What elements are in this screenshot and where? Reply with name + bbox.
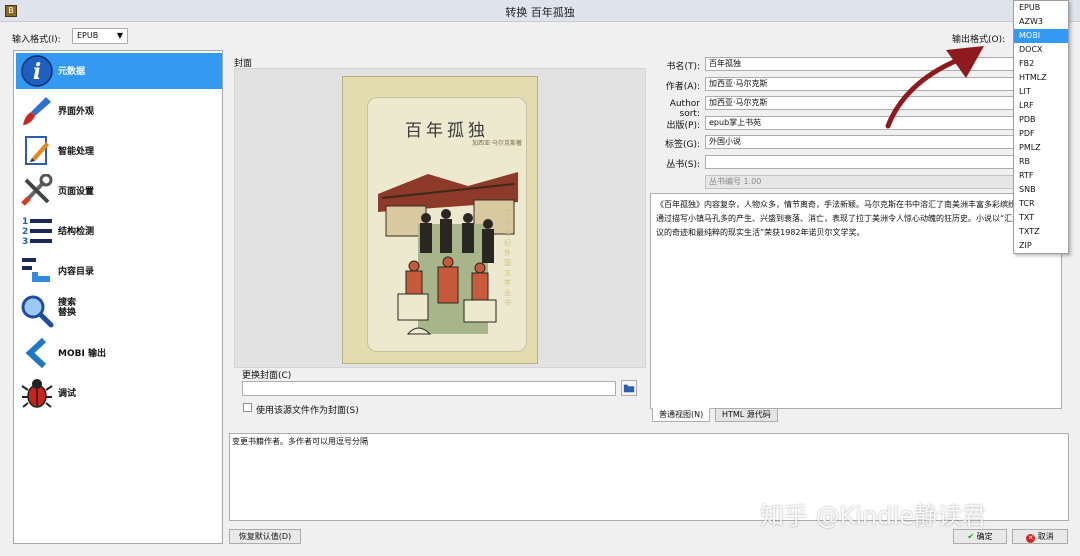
dropdown-option[interactable]: PDB bbox=[1014, 113, 1068, 127]
sidebar-item-table-of-contents[interactable]: 内容目录 bbox=[16, 253, 222, 289]
dropdown-option[interactable]: PDF bbox=[1014, 127, 1068, 141]
tags-label: 标签(G): bbox=[664, 140, 700, 150]
dropdown-option[interactable]: EPUB bbox=[1014, 1, 1068, 15]
use-source-as-cover-checkbox[interactable] bbox=[243, 403, 252, 412]
sidebar-item-label: 元数据 bbox=[58, 67, 86, 77]
dropdown-option[interactable]: FB2 bbox=[1014, 57, 1068, 71]
cancel-icon: ✕ bbox=[1026, 534, 1036, 543]
browse-cover-button[interactable] bbox=[621, 380, 637, 396]
cover-illustration bbox=[378, 172, 518, 335]
dropdown-option[interactable]: RB bbox=[1014, 155, 1068, 169]
ok-button-label: 确定 bbox=[976, 532, 993, 541]
sidebar-item-label: 调试 bbox=[58, 389, 77, 399]
restore-defaults-button[interactable]: 恢复默认值(D) bbox=[229, 529, 301, 544]
chevron-left-icon bbox=[25, 337, 47, 369]
dropdown-option[interactable]: ZIP bbox=[1014, 239, 1068, 253]
dropdown-option[interactable]: DOCX bbox=[1014, 43, 1068, 57]
sidebar-item-label: 搜索 替换 bbox=[58, 298, 77, 318]
dropdown-option[interactable]: TXTZ bbox=[1014, 225, 1068, 239]
window-title: 转换 百年孤独 bbox=[505, 6, 575, 19]
dropdown-option-highlighted[interactable]: MOBI bbox=[1014, 29, 1068, 43]
annotation-arrow-icon bbox=[885, 46, 984, 129]
sidebar-item-label: 页面设置 bbox=[58, 187, 95, 197]
cover-inner-frame: 百年孤独 加西亚·马尔克斯著 二十世纪外国文学丛书 bbox=[367, 97, 527, 352]
pencil-document-icon bbox=[25, 136, 49, 165]
tab-normal-view[interactable]: 普通视图(N) bbox=[652, 408, 711, 422]
sidebar-item-look-and-feel[interactable]: 界面外观 bbox=[16, 93, 222, 129]
use-source-as-cover-label: 使用该源文件作为封面(S) bbox=[256, 406, 359, 416]
sidebar-item-search-replace[interactable]: 搜索 替换 bbox=[16, 293, 222, 329]
input-format-select[interactable]: EPUB ▼ bbox=[72, 28, 128, 44]
folder-icon bbox=[623, 384, 635, 393]
dropdown-option[interactable]: LRF bbox=[1014, 99, 1068, 113]
change-cover-label: 更换封面(C) bbox=[242, 371, 292, 381]
sidebar-item-label: 界面外观 bbox=[58, 107, 95, 117]
dropdown-option[interactable]: RTF bbox=[1014, 169, 1068, 183]
series-label: 丛书(S): bbox=[666, 160, 700, 170]
magnifier-icon bbox=[21, 295, 54, 328]
dropdown-option[interactable]: TCR bbox=[1014, 197, 1068, 211]
watermark: 知乎 @Kindle静读君 bbox=[760, 502, 986, 530]
svg-text:2: 2 bbox=[22, 227, 28, 237]
cancel-button[interactable]: ✕ 取消 bbox=[1012, 529, 1068, 544]
toc-icon bbox=[22, 258, 50, 282]
output-format-dropdown[interactable]: EPUB AZW3 MOBI DOCX FB2 HTMLZ LIT LRF PD… bbox=[1013, 0, 1069, 254]
ok-button[interactable]: ✔ 确定 bbox=[953, 529, 1007, 544]
cover-book-subtitle: 加西亚·马尔克斯著 bbox=[472, 140, 522, 147]
sidebar-item-label: MOBI 输出 bbox=[58, 349, 106, 359]
svg-text:1: 1 bbox=[22, 217, 28, 227]
sidebar: i 元数据 界面外观 智能处理 页面设置 1 2 3 结构检测 内容目录 搜索 … bbox=[13, 50, 223, 544]
numbered-list-icon: 1 2 3 bbox=[22, 217, 52, 247]
dropdown-option[interactable]: TXT bbox=[1014, 211, 1068, 225]
publisher-label: 出版(P): bbox=[666, 121, 700, 131]
dropdown-option[interactable]: HTMLZ bbox=[1014, 71, 1068, 85]
comments-editor[interactable]: 《百年孤独》内容复杂，人物众多，情节离奇，手法新颖。马尔克斯在书中溶汇了南美洲丰… bbox=[650, 193, 1062, 409]
title-label: 书名(T): bbox=[666, 62, 700, 72]
tags-input[interactable]: 外国小说 bbox=[705, 135, 1015, 149]
svg-text:i: i bbox=[33, 59, 41, 85]
cover-side-text: 二十世纪外国文学丛书 bbox=[504, 209, 511, 307]
author-sort-label: Author sort: bbox=[669, 99, 700, 119]
cover-image: 百年孤独 加西亚·马尔克斯著 二十世纪外国文学丛书 bbox=[342, 76, 538, 364]
input-format-value: EPUB bbox=[77, 31, 99, 40]
bug-icon bbox=[21, 379, 53, 408]
svg-text:3: 3 bbox=[22, 237, 28, 247]
check-icon: ✔ bbox=[967, 532, 975, 541]
sidebar-item-metadata[interactable]: i 元数据 bbox=[16, 53, 222, 89]
author-label: 作者(A): bbox=[665, 82, 700, 92]
title-bar: B 转换 百年孤独 bbox=[0, 0, 1080, 22]
cancel-button-label: 取消 bbox=[1037, 532, 1054, 541]
sidebar-item-mobi-output[interactable]: MOBI 输出 bbox=[16, 335, 222, 371]
dropdown-option[interactable]: SNB bbox=[1014, 183, 1068, 197]
sidebar-item-label: 结构检测 bbox=[58, 227, 95, 237]
sidebar-item-label: 智能处理 bbox=[58, 147, 95, 157]
paintbrush-icon bbox=[23, 97, 51, 125]
sidebar-item-label: 内容目录 bbox=[58, 267, 95, 277]
info-icon: i bbox=[21, 55, 53, 87]
input-format-label: 输入格式(I): bbox=[12, 35, 61, 45]
chevron-down-icon: ▼ bbox=[116, 31, 123, 40]
sidebar-item-debug[interactable]: 调试 bbox=[16, 375, 222, 411]
sidebar-item-structure-detection[interactable]: 1 2 3 结构检测 bbox=[16, 213, 222, 249]
sidebar-item-heuristics[interactable]: 智能处理 bbox=[16, 133, 222, 169]
series-input[interactable] bbox=[705, 155, 1015, 169]
dropdown-option[interactable]: LIT bbox=[1014, 85, 1068, 99]
tools-icon bbox=[21, 174, 53, 206]
cover-path-input[interactable] bbox=[242, 381, 616, 396]
series-index-spinbox[interactable]: 丛书编号 1.00 bbox=[705, 175, 1015, 189]
dropdown-option[interactable]: PMLZ bbox=[1014, 141, 1068, 155]
tab-html-source[interactable]: HTML 源代码 bbox=[715, 408, 778, 422]
sidebar-item-page-setup[interactable]: 页面设置 bbox=[16, 173, 222, 209]
dropdown-option[interactable]: AZW3 bbox=[1014, 15, 1068, 29]
